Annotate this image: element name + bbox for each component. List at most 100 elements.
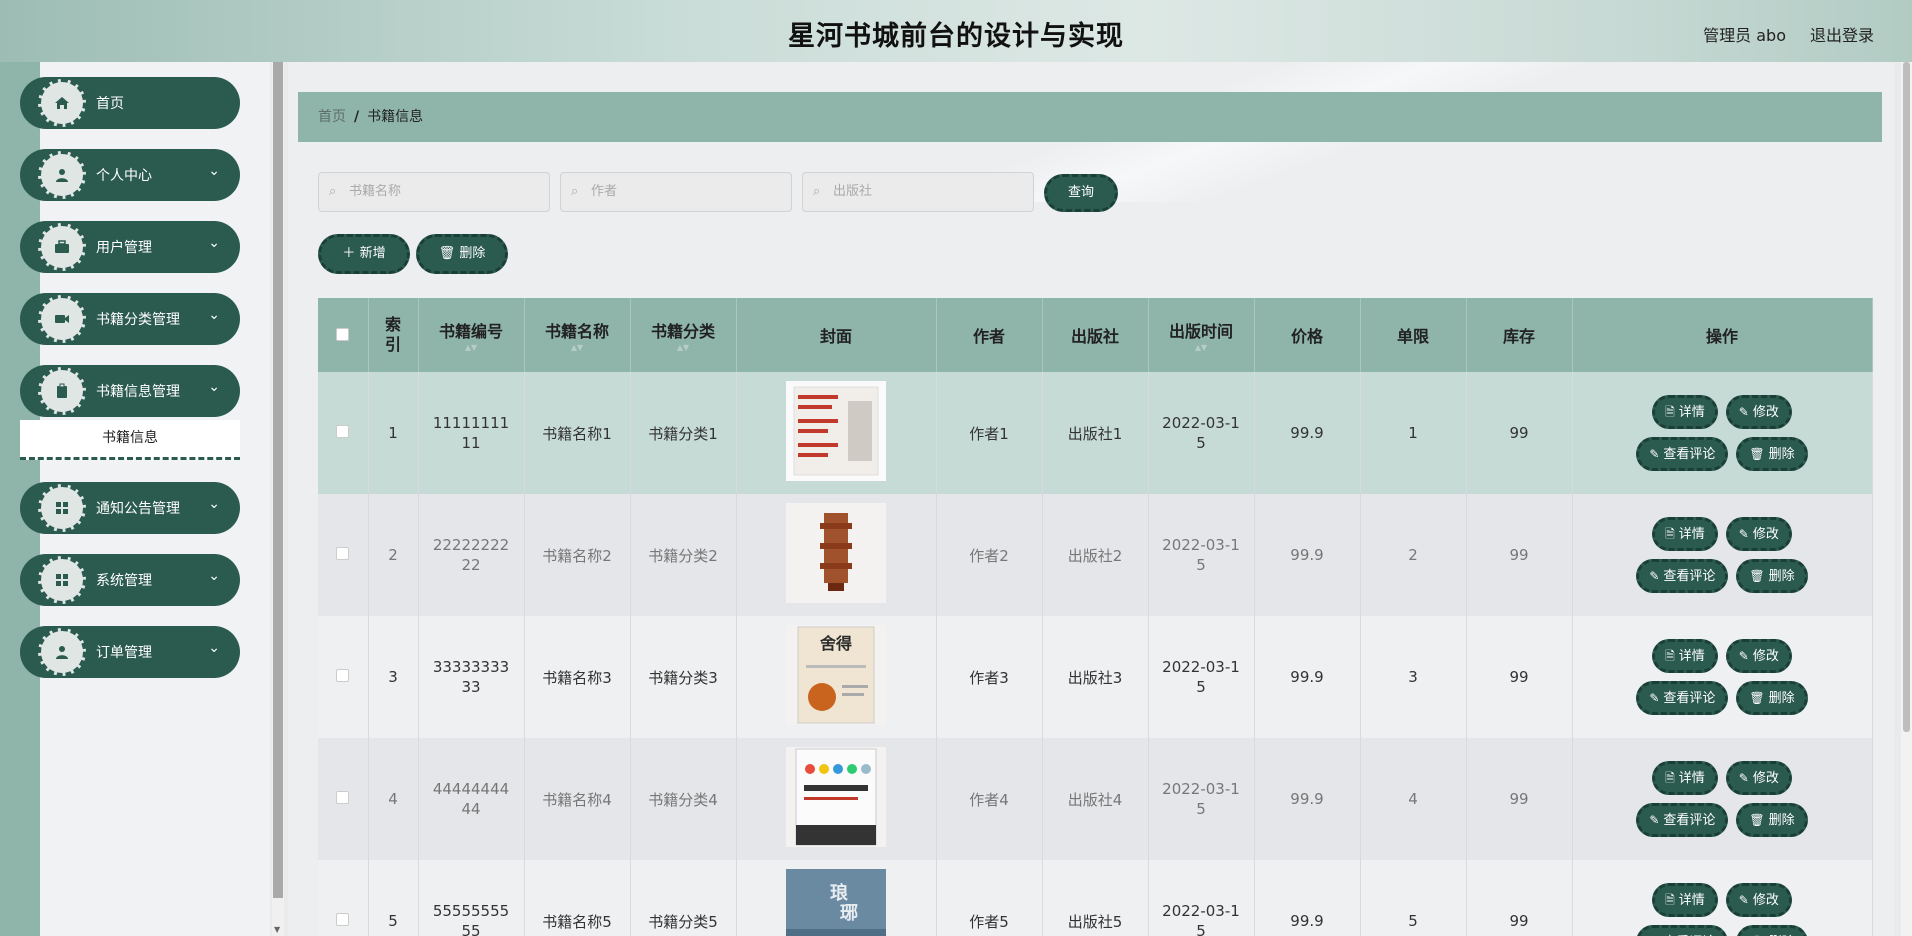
document-icon: 🗎︎ xyxy=(1665,649,1675,663)
delete-button[interactable]: 🗑︎删除 xyxy=(1736,681,1808,715)
book-name-search-input[interactable]: ⌕ 书籍名称 xyxy=(318,172,550,212)
scroll-down-arrow-icon[interactable]: ▼ xyxy=(274,925,280,934)
book-cover-image[interactable] xyxy=(786,503,886,603)
edit-button[interactable]: ✎ 修改 xyxy=(1725,883,1792,917)
price-cell: 99.9 xyxy=(1254,616,1361,738)
sort-icon[interactable]: ▲▼ xyxy=(1149,344,1254,352)
trash-icon: 🗑︎ xyxy=(1749,691,1765,705)
date-cell: 2022-03-15 xyxy=(1148,738,1255,860)
sidebar-item-2[interactable]: 个人中心 ⌄ xyxy=(20,149,240,201)
row-select-cell xyxy=(318,616,369,738)
edit-button[interactable]: ✎ 修改 xyxy=(1725,761,1792,795)
query-button[interactable]: 查询 xyxy=(1044,174,1118,212)
edit-button[interactable]: ✎ 修改 xyxy=(1725,517,1792,551)
header-name[interactable]: 书籍名称 ▲▼ xyxy=(524,298,631,372)
delete-button[interactable]: 🗑︎删除 xyxy=(1736,437,1808,471)
table-row[interactable]: 5 5555555555 书籍名称5 书籍分类5 琅琊作者5 出版社5 2022-03-15… xyxy=(318,860,1873,936)
author-search-input[interactable]: ⌕ 作者 xyxy=(560,172,792,212)
delete-button[interactable]: 🗑︎删除 xyxy=(1736,925,1808,936)
edit-button[interactable]: ✎ 修改 xyxy=(1725,395,1792,429)
sidebar-item-5[interactable]: 书籍信息管理 ⌄ xyxy=(20,365,240,417)
sidebar-item-1[interactable]: 首页 xyxy=(20,77,240,129)
logout-link[interactable]: 退出登录 xyxy=(1810,22,1874,46)
main-scrollbar-thumb[interactable] xyxy=(1903,62,1910,732)
view-comments-button[interactable]: ✎查看评论 xyxy=(1636,559,1729,593)
detail-button[interactable]: 🗎︎ 详情 xyxy=(1652,395,1718,429)
sort-icon[interactable]: ▲▼ xyxy=(419,344,524,352)
sort-icon[interactable]: ▲▼ xyxy=(525,344,630,352)
author-placeholder: 作者 xyxy=(591,184,618,199)
publisher-search-input[interactable]: ⌕ 出版社 xyxy=(802,172,1034,212)
category-cell: 书籍分类4 xyxy=(630,738,737,860)
row-checkbox[interactable] xyxy=(336,913,350,926)
user-icon xyxy=(38,628,86,676)
view-comments-button[interactable]: ✎查看评论 xyxy=(1636,803,1729,837)
sidebar-item-8[interactable]: 订单管理 ⌄ xyxy=(20,626,240,678)
table-row[interactable]: 2 2222222222 书籍名称2 书籍分类2 作者2 出版社2 2022-03-15 99… xyxy=(318,494,1873,616)
table-row[interactable]: 4 4444444444 书籍名称4 书籍分类4 作者4 出版社4 2022-03-15 99… xyxy=(318,738,1873,860)
sidebar-item-4[interactable]: 书籍分类管理 ⌄ xyxy=(20,293,240,345)
delete-button[interactable]: 🗑︎删除 xyxy=(1736,559,1808,593)
row-select-cell xyxy=(318,372,369,494)
header-date[interactable]: 出版时间 ▲▼ xyxy=(1148,298,1255,372)
table-row[interactable]: 1 1111111111 书籍名称1 书籍分类1 作者1 出版社1 2022-03-15 99… xyxy=(318,372,1873,494)
select-all-checkbox[interactable] xyxy=(336,327,350,341)
publisher-cell: 出版社2 xyxy=(1042,494,1149,616)
header-author[interactable]: 作者 xyxy=(936,298,1043,372)
row-checkbox[interactable] xyxy=(336,669,350,682)
author-cell: 作者2 xyxy=(936,494,1043,616)
header-category[interactable]: 书籍分类 ▲▼ xyxy=(630,298,737,372)
view-comments-button[interactable]: ✎查看评论 xyxy=(1636,681,1729,715)
main-scrollbar[interactable] xyxy=(1901,62,1912,936)
chevron-down-icon: ⌄ xyxy=(208,568,220,584)
detail-button[interactable]: 🗎︎ 详情 xyxy=(1652,883,1718,917)
batch-delete-button[interactable]: 🗑︎ 删除 xyxy=(416,234,508,274)
sidebar-item-7[interactable]: 系统管理 ⌄ xyxy=(20,554,240,606)
header-publisher[interactable]: 出版社 xyxy=(1042,298,1149,372)
svg-text:舍得: 舍得 xyxy=(819,634,852,653)
header-price[interactable]: 价格 xyxy=(1254,298,1361,372)
author-cell: 作者1 xyxy=(936,372,1043,494)
book-cover-image[interactable]: 琅琊 xyxy=(786,869,886,936)
svg-text:琊: 琊 xyxy=(840,903,858,924)
view-comments-button[interactable]: ✎查看评论 xyxy=(1636,925,1729,936)
limit-cell: 5 xyxy=(1360,860,1467,936)
book-cover-image[interactable] xyxy=(786,381,886,481)
breadcrumb-home[interactable]: 首页 xyxy=(318,109,346,125)
header-index[interactable]: 索引 xyxy=(368,298,419,372)
sidebar-item-6[interactable]: 通知公告管理 ⌄ xyxy=(20,482,240,534)
books-table: 索引 书籍编号 ▲▼ 书籍名称 ▲▼ 书籍分类 ▲▼ 封面 作者 出版社 出版时间 ▲▼… xyxy=(318,298,1873,936)
edit-button[interactable]: ✎ 修改 xyxy=(1725,639,1792,673)
grid-icon xyxy=(38,556,86,604)
header-stock[interactable]: 库存 xyxy=(1466,298,1573,372)
add-button[interactable]: ＋ 新增 xyxy=(318,234,410,274)
header-limit[interactable]: 单限 xyxy=(1360,298,1467,372)
table-row[interactable]: 3 3333333333 书籍名称3 书籍分类3 舍得 作者3 出版社3 2022-03-15… xyxy=(318,616,1873,738)
detail-button[interactable]: 🗎︎ 详情 xyxy=(1652,517,1718,551)
header-code[interactable]: 书籍编号 ▲▼ xyxy=(418,298,525,372)
row-select-cell xyxy=(318,494,369,616)
sidebar-scrollbar-thumb[interactable] xyxy=(273,62,283,898)
briefcase-icon xyxy=(38,223,86,271)
actions-cell: 🗎︎详情✎修改 ✎查看评论 🗑︎删除 xyxy=(1572,860,1873,936)
sort-icon[interactable]: ▲▼ xyxy=(631,344,736,352)
pencil-icon: ✎ xyxy=(1738,893,1749,907)
row-checkbox[interactable] xyxy=(336,425,350,438)
sidebar-scrollbar[interactable]: ▼ xyxy=(272,62,284,936)
pencil-icon: ✎ xyxy=(1738,771,1749,785)
header-code-label: 书籍编号 xyxy=(438,322,503,341)
book-cover-image[interactable] xyxy=(786,747,886,847)
view-comments-button[interactable]: ✎查看评论 xyxy=(1636,437,1729,471)
header-cover[interactable]: 封面 xyxy=(736,298,937,372)
detail-button[interactable]: 🗎︎ 详情 xyxy=(1652,761,1718,795)
book-cover-image[interactable]: 舍得 xyxy=(786,625,886,725)
row-checkbox[interactable] xyxy=(336,547,350,560)
delete-button[interactable]: 🗑︎删除 xyxy=(1736,803,1808,837)
row-select-cell xyxy=(318,738,369,860)
detail-button[interactable]: 🗎︎ 详情 xyxy=(1652,639,1718,673)
document-icon: 🗎︎ xyxy=(1665,527,1675,541)
sidebar-subitem-book-info[interactable]: 书籍信息 xyxy=(20,420,240,460)
sidebar-item-3[interactable]: 用户管理 ⌄ xyxy=(20,221,240,273)
detail-label: 详情 xyxy=(1678,405,1705,420)
row-checkbox[interactable] xyxy=(336,791,350,804)
